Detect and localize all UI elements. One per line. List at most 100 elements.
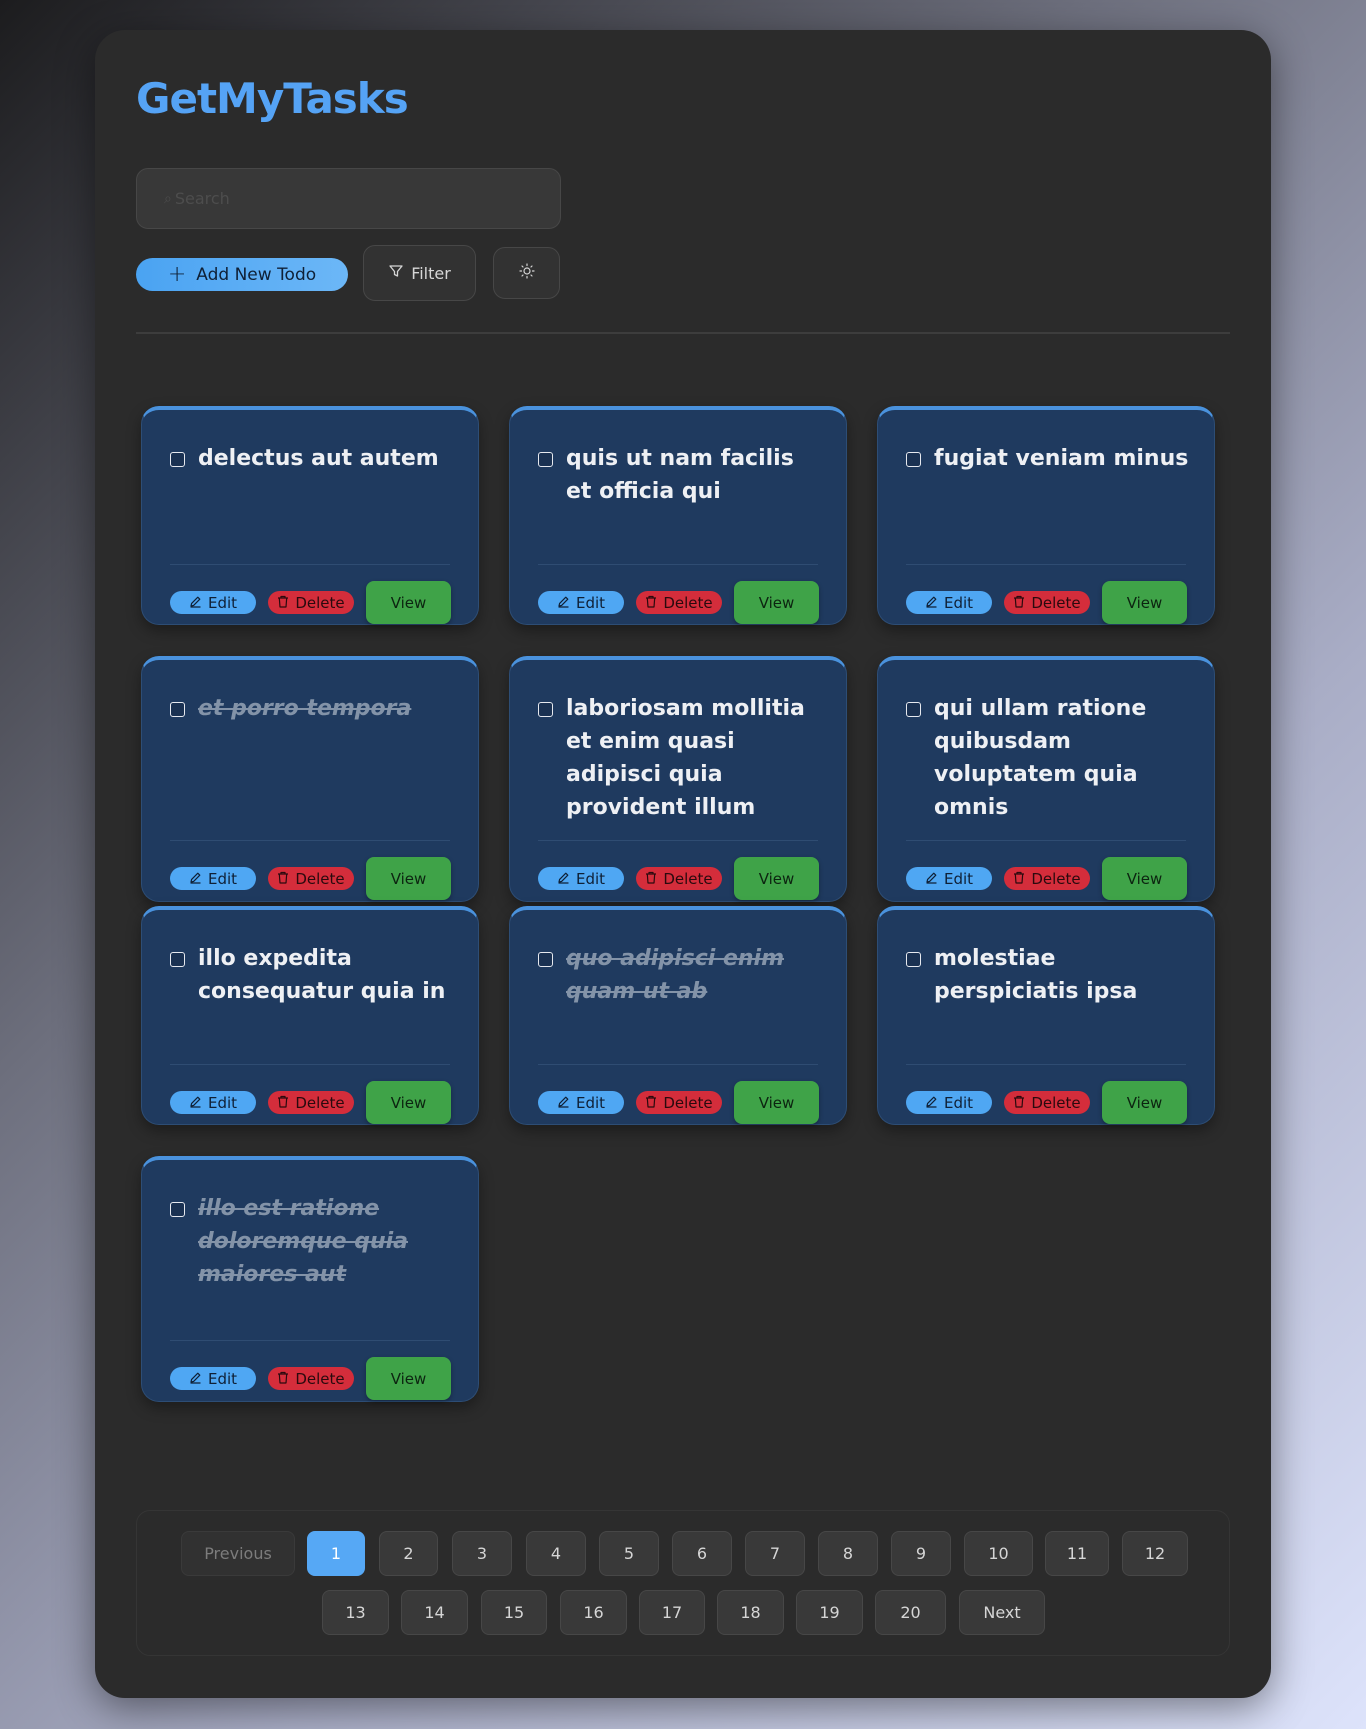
delete-label: Delete [295, 1369, 345, 1388]
todo-card: molestiae perspiciatis ipsa Edit Delete Vie… [877, 906, 1215, 1125]
todo-title: molestiae perspiciatis ipsa [934, 946, 1138, 1004]
delete-label: Delete [663, 1093, 713, 1112]
add-new-todo-button[interactable]: + Add New Todo [136, 258, 348, 291]
pencil-icon [557, 1094, 570, 1112]
edit-button[interactable]: Edit [906, 1091, 992, 1114]
edit-button[interactable]: Edit [170, 1091, 256, 1114]
page-button-16[interactable]: 16 [560, 1590, 627, 1635]
delete-button[interactable]: Delete [268, 591, 354, 614]
view-button[interactable]: View [1102, 857, 1187, 900]
view-button[interactable]: View [366, 581, 451, 624]
todo-checkbox[interactable] [538, 702, 553, 717]
page-button-6[interactable]: 6 [672, 1531, 732, 1576]
card-divider [170, 1064, 450, 1065]
delete-button[interactable]: Delete [636, 1091, 722, 1114]
delete-button[interactable]: Delete [1004, 1091, 1090, 1114]
delete-label: Delete [663, 593, 713, 612]
todo-checkbox[interactable] [906, 702, 921, 717]
trash-icon [645, 870, 657, 888]
todo-checkbox[interactable] [170, 952, 185, 967]
card-divider [538, 1064, 818, 1065]
pencil-icon [557, 870, 570, 888]
delete-button[interactable]: Delete [268, 1091, 354, 1114]
theme-toggle-button[interactable] [493, 247, 560, 299]
pencil-icon [189, 1094, 202, 1112]
page-button-8[interactable]: 8 [818, 1531, 878, 1576]
edit-button[interactable]: Edit [170, 591, 256, 614]
todo-header: delectus aut autem [170, 442, 458, 475]
page-button-19[interactable]: 19 [796, 1590, 863, 1635]
page-button-13[interactable]: 13 [322, 1590, 389, 1635]
page-button-3[interactable]: 3 [452, 1531, 512, 1576]
view-button[interactable]: View [366, 1357, 451, 1400]
trash-icon [277, 870, 289, 888]
edit-button[interactable]: Edit [170, 867, 256, 890]
delete-label: Delete [1031, 869, 1081, 888]
next-page-button[interactable]: Next [959, 1590, 1045, 1635]
todo-title: quis ut nam facilis et officia qui [566, 446, 794, 504]
page-button-11[interactable]: 11 [1045, 1531, 1109, 1576]
page-button-10[interactable]: 10 [964, 1531, 1033, 1576]
todo-checkbox[interactable] [170, 452, 185, 467]
trash-icon [1013, 1094, 1025, 1112]
search-input[interactable]: ⌕ Search [136, 168, 561, 229]
view-button[interactable]: View [734, 581, 819, 624]
delete-button[interactable]: Delete [636, 591, 722, 614]
page-button-12[interactable]: 12 [1122, 1531, 1188, 1576]
todo-title: et porro tempora [198, 696, 412, 721]
sun-icon [518, 263, 535, 283]
page-button-1[interactable]: 1 [307, 1531, 365, 1576]
todo-checkbox[interactable] [906, 952, 921, 967]
edit-button[interactable]: Edit [906, 867, 992, 890]
edit-button[interactable]: Edit [538, 591, 624, 614]
app-panel: GetMyTasks ⌕ Search + Add New Todo Filte… [95, 30, 1271, 1698]
card-divider [170, 564, 450, 565]
page-button-4[interactable]: 4 [526, 1531, 586, 1576]
view-button[interactable]: View [734, 857, 819, 900]
view-label: View [390, 1093, 427, 1112]
edit-button[interactable]: Edit [170, 1367, 256, 1390]
page-button-7[interactable]: 7 [745, 1531, 805, 1576]
view-button[interactable]: View [1102, 1081, 1187, 1124]
page-button-20[interactable]: 20 [875, 1590, 946, 1635]
delete-label: Delete [295, 869, 345, 888]
todo-title: fugiat veniam minus [934, 446, 1189, 471]
view-label: View [390, 1369, 427, 1388]
trash-icon [1013, 594, 1025, 612]
view-button[interactable]: View [734, 1081, 819, 1124]
view-label: View [390, 869, 427, 888]
page-button-17[interactable]: 17 [639, 1590, 705, 1635]
todo-card: et porro tempora Edit Delete View [141, 656, 479, 902]
todo-checkbox[interactable] [538, 952, 553, 967]
page-button-18[interactable]: 18 [717, 1590, 784, 1635]
delete-button[interactable]: Delete [268, 867, 354, 890]
todo-checkbox[interactable] [906, 452, 921, 467]
todo-title: quo adipisci enim quam ut ab [566, 946, 784, 1004]
add-new-todo-label: Add New Todo [196, 264, 317, 285]
delete-button[interactable]: Delete [268, 1367, 354, 1390]
page-button-15[interactable]: 15 [481, 1590, 547, 1635]
pencil-icon [925, 594, 938, 612]
trash-icon [277, 594, 289, 612]
view-button[interactable]: View [366, 857, 451, 900]
edit-label: Edit [575, 1093, 606, 1112]
todo-checkbox[interactable] [538, 452, 553, 467]
view-button[interactable]: View [366, 1081, 451, 1124]
previous-page-button[interactable]: Previous [181, 1531, 295, 1576]
edit-button[interactable]: Edit [906, 591, 992, 614]
delete-button[interactable]: Delete [1004, 867, 1090, 890]
page-button-5[interactable]: 5 [599, 1531, 659, 1576]
page-button-2[interactable]: 2 [379, 1531, 438, 1576]
delete-button[interactable]: Delete [636, 867, 722, 890]
view-button[interactable]: View [1102, 581, 1187, 624]
edit-button[interactable]: Edit [538, 867, 624, 890]
filter-button[interactable]: Filter [363, 245, 476, 301]
page-button-9[interactable]: 9 [891, 1531, 951, 1576]
todo-checkbox[interactable] [170, 1202, 185, 1217]
page-button-14[interactable]: 14 [401, 1590, 468, 1635]
edit-button[interactable]: Edit [538, 1091, 624, 1114]
todo-title: delectus aut autem [198, 446, 439, 471]
delete-button[interactable]: Delete [1004, 591, 1090, 614]
todo-checkbox[interactable] [170, 702, 185, 717]
card-divider [170, 840, 450, 841]
